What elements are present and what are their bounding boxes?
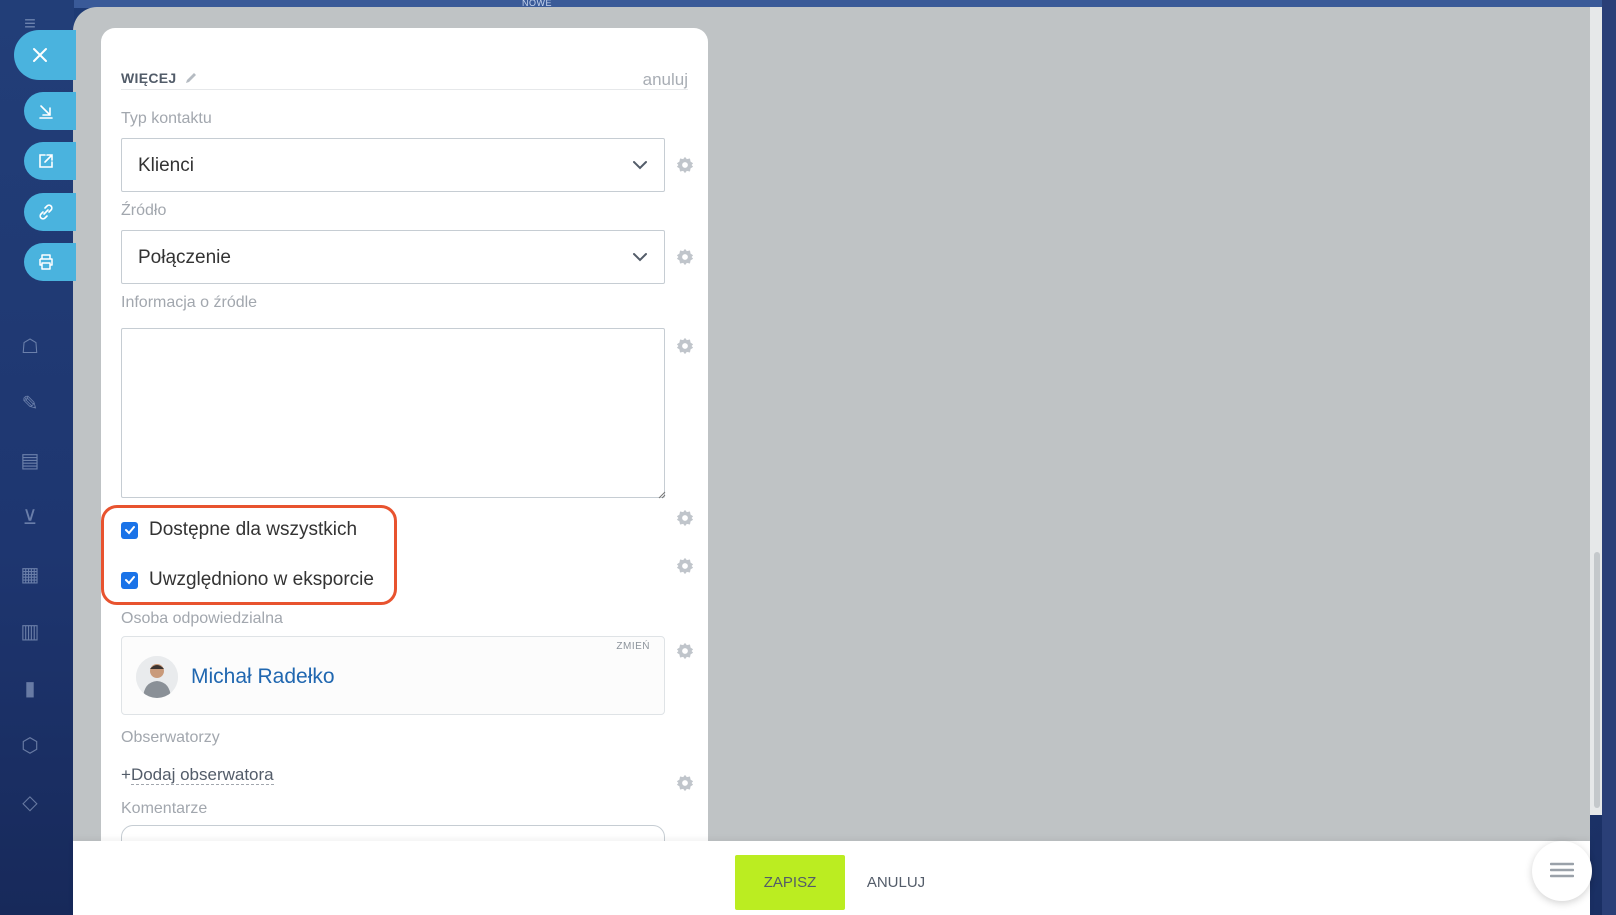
card-cancel-link[interactable]: anuluj	[643, 70, 688, 90]
pencil-icon[interactable]	[183, 70, 199, 86]
copy-link-button[interactable]	[24, 193, 76, 231]
comments-label: Komentarze	[121, 800, 208, 817]
chevron-down-icon	[633, 161, 647, 170]
gear-icon[interactable]	[676, 642, 694, 660]
calendar-icon[interactable]: ▥	[18, 620, 42, 644]
source-value: Połączenie	[138, 247, 231, 268]
card-title: WIĘCEJ	[121, 70, 177, 86]
right-edge-background	[1602, 0, 1616, 915]
print-button[interactable]	[24, 243, 76, 281]
gear-icon[interactable]	[676, 337, 694, 355]
source-label: Źródło	[121, 202, 167, 219]
external-link-icon	[39, 154, 53, 168]
avatar[interactable]	[136, 656, 178, 698]
source-info-textarea[interactable]	[121, 328, 665, 498]
close-slider-button[interactable]	[14, 30, 76, 80]
chart-icon[interactable]: ▮	[18, 677, 42, 701]
responsible-label: Osoba odpowiedzialna	[121, 610, 283, 627]
included-in-export-row[interactable]: Uwzględniono w eksporcie	[121, 568, 374, 592]
close-icon	[33, 48, 47, 62]
add-observer-link[interactable]: +Dodaj obserwatora	[121, 765, 274, 785]
person-avatar-icon	[136, 656, 178, 698]
chevron-down-icon	[633, 253, 647, 262]
included-in-export-label: Uwzględniono w eksporcie	[149, 569, 374, 590]
document-icon[interactable]: ▤	[18, 449, 42, 473]
details-card: WIĘCEJ anuluj Typ kontaktu Klienci Źródł…	[101, 28, 708, 843]
form-footer: ZAPISZ ANULUJ	[73, 841, 1590, 915]
robot-icon[interactable]: ☖	[18, 335, 42, 359]
hexagon-icon[interactable]: ⬡	[18, 734, 42, 758]
checkmark-icon	[124, 576, 135, 585]
resize-handle-icon[interactable]	[656, 489, 666, 499]
available-to-all-checkbox[interactable]	[121, 521, 138, 539]
contact-type-label: Typ kontaktu	[121, 110, 212, 127]
source-info-label: Informacja o źródle	[121, 294, 258, 311]
observers-label: Obserwatorzy	[121, 729, 220, 746]
add-observer-label: Dodaj obserwatora	[130, 765, 274, 785]
arrow-down-right-icon	[39, 105, 53, 119]
link-icon	[39, 204, 53, 220]
source-select[interactable]: Połączenie	[121, 230, 665, 284]
included-in-export-checkbox[interactable]	[121, 571, 138, 589]
app-sidebar: ≡ ☖ ✎ ▤ ⊻ ▦ ▥ ▮ ⬡ ◇	[0, 0, 74, 915]
add-observer-prefix: +	[121, 765, 131, 784]
available-to-all-label: Dostępne dla wszystkich	[149, 519, 358, 540]
menu-button[interactable]	[1532, 841, 1592, 901]
contact-type-select[interactable]: Klienci	[121, 138, 665, 192]
responsible-person-name[interactable]: Michał Radełko	[191, 665, 335, 689]
change-responsible-link[interactable]: ZMIEŃ	[616, 641, 650, 652]
available-to-all-row[interactable]: Dostępne dla wszystkich	[121, 518, 357, 542]
gear-icon[interactable]	[676, 557, 694, 575]
card-header: WIĘCEJ anuluj	[121, 50, 688, 90]
cube-icon[interactable]: ◇	[18, 791, 42, 815]
cancel-button[interactable]: ANULUJ	[856, 855, 936, 910]
responsible-person-box: Michał Radełko ZMIEŃ	[121, 636, 665, 715]
cart-icon[interactable]: ⊻	[18, 506, 42, 530]
gear-icon[interactable]	[676, 156, 694, 174]
gear-icon[interactable]	[676, 509, 694, 527]
download-button[interactable]	[24, 92, 76, 130]
scrollbar-thumb[interactable]	[1594, 552, 1600, 808]
printer-icon	[39, 254, 53, 270]
list-icon	[1550, 862, 1574, 878]
gear-icon[interactable]	[676, 774, 694, 792]
gear-icon[interactable]	[676, 248, 694, 266]
store-icon[interactable]: ▦	[18, 563, 42, 587]
contact-type-value: Klienci	[138, 155, 194, 176]
checkmark-icon	[124, 526, 135, 535]
save-button[interactable]: ZAPISZ	[735, 855, 845, 910]
open-new-window-button[interactable]	[24, 142, 76, 180]
pen-icon[interactable]: ✎	[18, 392, 42, 416]
